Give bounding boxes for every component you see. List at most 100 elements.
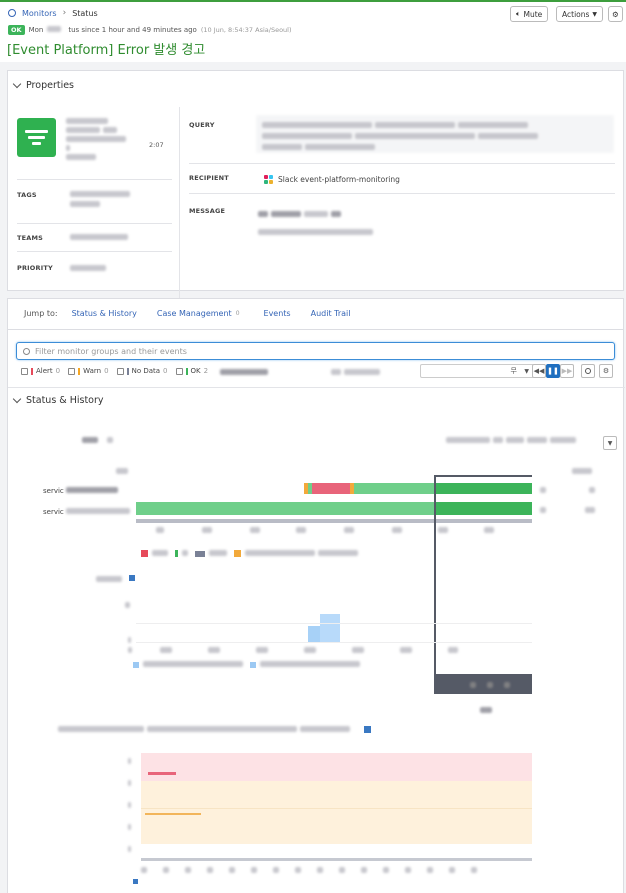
zoom-button[interactable]	[581, 364, 595, 378]
histogram-bar[interactable]	[320, 614, 340, 642]
monitor-type-icon	[17, 118, 56, 157]
breadcrumb-monitors[interactable]: Monitors	[22, 9, 57, 18]
histogram-axis-ticks	[128, 646, 461, 655]
search-icon	[23, 347, 30, 355]
checkbox[interactable]	[21, 367, 28, 375]
info-icon[interactable]	[129, 575, 135, 581]
mute-button[interactable]: 🔈︎ Mute	[510, 6, 549, 22]
timeline-ok-segment[interactable]	[136, 502, 434, 515]
caret-down-icon: ▼	[592, 10, 598, 18]
filter-input[interactable]: Filter monitor groups and their events	[16, 342, 615, 360]
checkbox[interactable]	[116, 367, 124, 375]
mute-icon: 🔈︎	[516, 9, 521, 18]
redacted-text	[572, 467, 595, 476]
filter-alert[interactable]: Alert 0	[21, 367, 60, 375]
redacted-text	[220, 368, 383, 377]
legend-nodata-swatch	[195, 550, 205, 557]
legend-swatch	[133, 661, 139, 668]
recipient-channel[interactable]: Slack event-platform-monitoring	[264, 175, 400, 184]
gear-icon: ⚙	[612, 9, 619, 19]
status-history-panel: Filter monitor groups and their events A…	[7, 329, 625, 893]
checkbox[interactable]	[68, 367, 76, 375]
timeline-ok-segment[interactable]	[434, 483, 532, 494]
caret-down-icon: ▼	[524, 367, 529, 375]
filter-nodata[interactable]: No Data 0	[116, 367, 168, 375]
rewind-button[interactable]: ◀◀	[532, 364, 546, 378]
magnifier-icon	[585, 368, 591, 374]
timeframe-select[interactable]: 무 ▼	[420, 364, 534, 378]
status-timestamp: (10 Jun, 8:54:37 Asia/Seoul)	[200, 26, 292, 34]
redacted-text	[125, 601, 133, 610]
breadcrumb-status: Status	[72, 8, 98, 18]
redacted-text	[128, 636, 134, 645]
group-select-button[interactable]: ▼	[603, 436, 617, 450]
checkbox[interactable]	[175, 367, 183, 375]
jump-links: Jump to: Status & History Case Managemen…	[24, 309, 350, 318]
histogram-bar[interactable]	[308, 626, 320, 642]
info-icon[interactable]	[364, 726, 371, 733]
monitor-created-time: 2:07	[149, 141, 164, 149]
redacted-text	[540, 486, 598, 495]
jump-case-management[interactable]: Case Management	[157, 309, 232, 318]
filter-warn[interactable]: Warn 0	[68, 367, 109, 375]
chevron-right-icon: ›	[62, 8, 67, 18]
redacted-text	[116, 467, 131, 476]
properties-heading: Properties	[26, 80, 75, 91]
redacted-text	[47, 26, 64, 34]
series-label-1: servic	[43, 487, 121, 495]
query-redacted	[256, 115, 614, 153]
teams-redacted	[70, 233, 131, 242]
series-label-2: servic	[43, 508, 133, 516]
settings-button[interactable]: ⚙	[608, 6, 623, 22]
alert-threshold-band	[141, 753, 532, 781]
pause-button[interactable]: ❚❚	[546, 364, 560, 378]
slack-icon	[264, 175, 273, 184]
redacted-text	[96, 575, 125, 584]
chart-settings-button[interactable]: ⚙	[599, 364, 613, 378]
time-axis-ticks	[156, 526, 497, 535]
redacted-text	[480, 706, 495, 715]
status-badge: OK	[8, 25, 25, 35]
actions-label: Actions	[562, 9, 590, 19]
message-redacted	[258, 206, 458, 242]
redacted-text	[446, 436, 579, 445]
timeline-legend	[141, 549, 361, 558]
tags-redacted	[70, 190, 170, 210]
monitors-icon	[8, 9, 16, 17]
hover-cursor-top	[434, 475, 532, 477]
forward-button[interactable]: ▶▶	[560, 364, 574, 378]
properties-toggle[interactable]: Properties	[12, 79, 75, 91]
jump-bar: Jump to: Status & History Case Managemen…	[7, 298, 624, 330]
pause-icon: ❚❚	[547, 367, 559, 375]
gear-icon: ⚙	[602, 367, 610, 375]
forward-icon: ▶▶	[561, 367, 573, 375]
status-text-suffix: tus since 1 hour and 49 minutes ago	[68, 26, 197, 34]
legend-ok-swatch	[175, 550, 178, 557]
priority-label: PRIORITY	[17, 264, 53, 272]
priority-redacted	[70, 264, 109, 273]
filter-placeholder: Filter monitor groups and their events	[35, 346, 187, 356]
timeline-ok-segment[interactable]	[354, 483, 434, 494]
threshold-axis-ticks	[141, 866, 480, 875]
actions-button[interactable]: Actions ▼	[556, 6, 604, 22]
properties-panel: Properties 2:07 TAGS TEAMS PRIORITY QUER…	[7, 70, 624, 354]
rewind-icon: ◀◀	[533, 367, 545, 375]
hover-cursor-line	[434, 475, 436, 693]
status-history-toggle[interactable]: Status & History	[12, 394, 104, 406]
hover-tooltip	[434, 674, 532, 694]
jump-status-history[interactable]: Status & History	[72, 309, 137, 318]
status-summary: OK Mon tus since 1 hour and 49 minutes a…	[8, 25, 292, 35]
caret-down-icon: ▼	[607, 439, 613, 447]
status-history-heading: Status & History	[26, 395, 104, 406]
chevron-down-icon	[12, 79, 22, 89]
timeline-ok-segment[interactable]	[434, 502, 532, 515]
timeline-alert-segment[interactable]	[312, 483, 350, 494]
timeframe-suffix: 무	[510, 367, 517, 375]
histogram-legend	[133, 660, 363, 669]
legend-swatch	[133, 879, 138, 884]
timeline-scrollbar[interactable]	[136, 519, 532, 523]
jump-audit-trail[interactable]: Audit Trail	[311, 309, 351, 318]
legend-warn-swatch	[234, 550, 241, 557]
jump-events[interactable]: Events	[264, 309, 291, 318]
filter-ok[interactable]: OK 2	[175, 367, 208, 375]
